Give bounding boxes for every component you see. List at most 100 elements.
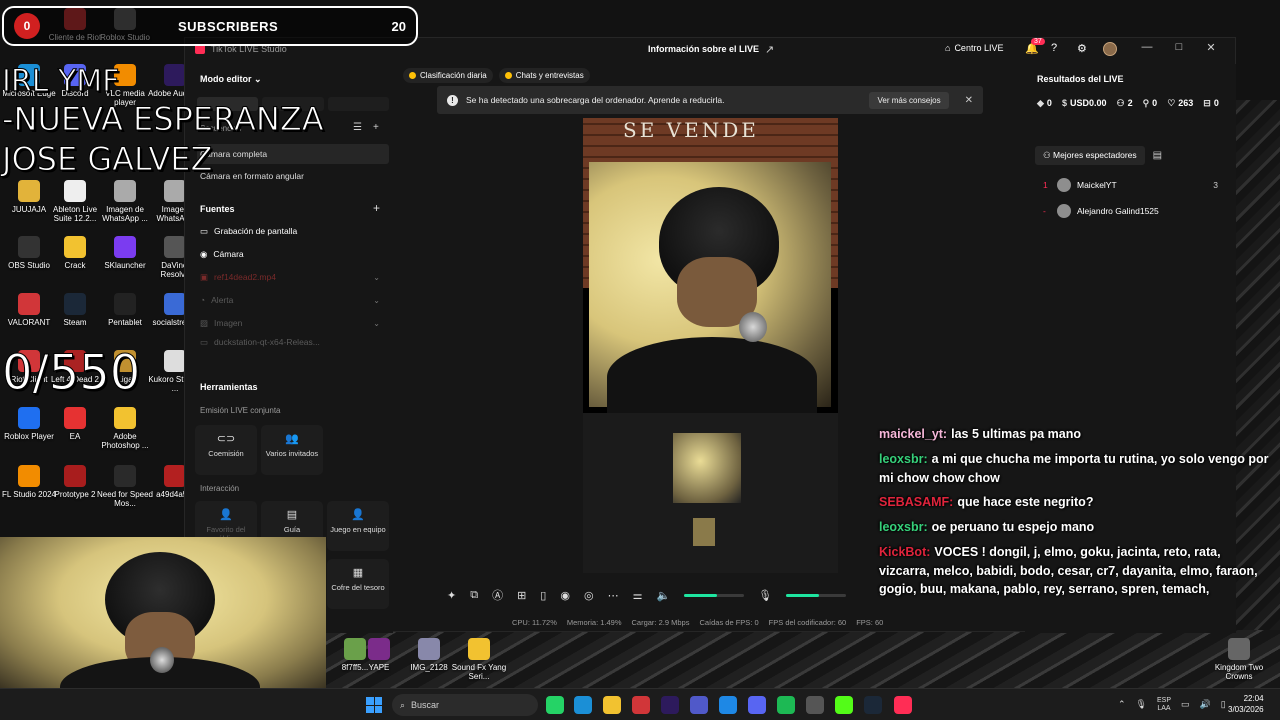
sliders-icon[interactable]: ⚌	[633, 589, 643, 602]
security-icon[interactable]	[719, 696, 737, 714]
chats-pill[interactable]: Chats y entrevistas	[498, 68, 590, 83]
record-icon[interactable]: ◉	[560, 589, 570, 602]
chevron-down-icon[interactable]: ⌄	[373, 273, 380, 282]
desktop-icon[interactable]: Sound Fx Yang Seri...	[450, 638, 508, 681]
chevron-down-icon[interactable]: ⌄	[373, 319, 380, 328]
close-icon[interactable]: ✕	[1199, 41, 1223, 54]
gift-icon: ⊟	[1203, 98, 1211, 108]
add-icon[interactable]: ⊞	[517, 589, 526, 602]
add-scene-icon[interactable]: +	[373, 122, 379, 133]
source-item[interactable]: ▨ Imagen ⌄	[200, 314, 380, 332]
live-center-button[interactable]: ⌂ Centro LIVE	[945, 43, 1003, 53]
viewer-row[interactable]: 1 MaickelYT 3	[1043, 176, 1218, 194]
battery-icon[interactable]: ▯	[1221, 699, 1226, 710]
scene-item[interactable]: Cámara en formato angular	[197, 166, 389, 186]
viewer-name: Alejandro Galind1525	[1077, 206, 1159, 216]
close-icon[interactable]: ✕	[965, 95, 973, 106]
viewer-row[interactable]: - Alejandro Galind1525	[1043, 202, 1218, 220]
source-label: ref14dead2.mp4	[214, 272, 276, 282]
magic-icon[interactable]: ✦	[447, 589, 456, 602]
share-icon[interactable]: ↗	[765, 43, 774, 56]
steam-client-icon[interactable]	[806, 696, 824, 714]
mic-icon[interactable]: 🎙	[1136, 699, 1147, 710]
volume-icon[interactable]: 🔊	[1200, 699, 1211, 710]
live-info-title[interactable]: Información sobre el LIVE	[648, 44, 759, 54]
list-icon[interactable]: ☰	[353, 122, 362, 133]
list-icon[interactable]: ▤	[1153, 150, 1162, 161]
audition-icon[interactable]	[661, 696, 679, 714]
opera-icon[interactable]	[632, 696, 650, 714]
stat-encoder-fps: FPS del codificador: 60	[768, 618, 847, 627]
live-center-label: Centro LIVE	[954, 43, 1004, 53]
source-item[interactable]: ◔ Alerta ⌄	[200, 291, 380, 309]
source-item[interactable]: ▭ Grabación de pantalla	[200, 222, 380, 240]
minimize-icon[interactable]: —	[1135, 41, 1159, 53]
language-indicator[interactable]: ESP LAA	[1157, 697, 1171, 712]
start-button[interactable]	[366, 697, 382, 713]
app-icon	[18, 465, 40, 487]
tab-layout[interactable]	[327, 97, 389, 111]
more-tips-button[interactable]: Ver más consejos	[869, 91, 949, 109]
speaker-icon[interactable]: 🔈	[656, 589, 670, 602]
home-icon: ⌂	[945, 43, 951, 53]
mic-icon[interactable]: 🎙	[758, 589, 772, 602]
chevron-down-icon[interactable]: ⌄	[373, 296, 380, 305]
steam-icon[interactable]	[864, 696, 882, 714]
add-source-icon[interactable]: +	[373, 201, 380, 215]
team-game-button[interactable]: 👤 Juego en equipo	[327, 501, 389, 551]
teams-icon[interactable]	[690, 696, 708, 714]
more-icon[interactable]: ⋯	[608, 589, 619, 602]
source-item[interactable]: ▣ ref14dead2.mp4 ⌄	[200, 268, 380, 286]
app-icon	[114, 236, 136, 258]
metric-likes: ♡ 263	[1167, 98, 1194, 108]
source-item[interactable]: ▭ duckstation-qt-x64-Releas...	[200, 336, 380, 348]
chevron-up-icon[interactable]: ⌃	[1118, 699, 1126, 710]
monitor-icon: ▭	[200, 225, 209, 236]
multi-guest-button[interactable]: 👥 Varios invitados	[261, 425, 323, 475]
tab-top-viewers[interactable]: ⚇ Mejores espectadores	[1035, 146, 1145, 165]
video-icon: ▣	[200, 271, 209, 282]
chat-text: oe peruano tu espejo mano	[931, 520, 1095, 534]
search-box[interactable]: ⌕ Buscar	[392, 694, 538, 716]
ai-icon[interactable]: Ⓐ	[492, 587, 503, 603]
link-icon: ⊂⊃	[216, 433, 236, 445]
treasure-chest-button[interactable]: ▦ Cofre del tesoro	[327, 559, 389, 609]
source-item[interactable]: ◉ Cámara	[200, 245, 380, 263]
sources-label: Fuentes	[200, 204, 235, 214]
kick-icon[interactable]	[835, 696, 853, 714]
app-icon	[164, 236, 186, 258]
cohost-button[interactable]: ⊂⊃ Coemisión	[195, 425, 257, 475]
speaker-volume-slider[interactable]	[684, 593, 745, 597]
tiktok-icon[interactable]	[894, 696, 912, 714]
desktop-icon[interactable]: Kingdom Two Crowns	[1210, 638, 1268, 681]
chat-text: las 5 ultimas pa mano	[951, 427, 1082, 441]
users-icon: ⚇	[1116, 98, 1125, 108]
chat-message: KickBot: VOCES ! dongil, j, elmo, goku, j…	[879, 543, 1269, 599]
whatsapp-icon[interactable]	[546, 696, 564, 714]
discord-icon[interactable]	[748, 696, 766, 714]
help-icon[interactable]: ?	[1051, 42, 1057, 54]
search-placeholder: Buscar	[411, 700, 440, 710]
volume-fill	[786, 593, 820, 597]
network-icon[interactable]: ▭	[1181, 699, 1190, 710]
desktop-icon[interactable]: Adobe Photoshop ...	[96, 407, 154, 450]
clock[interactable]: 22:04 3/03/2026	[1228, 694, 1264, 716]
scene-item[interactable]: Cámara completa	[197, 144, 389, 164]
app-icon	[114, 180, 136, 202]
avatar[interactable]	[1103, 42, 1117, 56]
app-icon	[64, 465, 86, 487]
maximize-icon[interactable]: □	[1167, 41, 1191, 53]
layers-icon[interactable]: ⧉	[470, 589, 478, 602]
app-icon	[64, 407, 86, 429]
spotify-icon[interactable]	[777, 696, 795, 714]
folder-icon[interactable]	[603, 696, 621, 714]
gear-icon[interactable]: ⚙	[1077, 42, 1087, 55]
daily-ranking-pill[interactable]: Clasificación diaria	[403, 68, 493, 83]
edge-icon[interactable]	[574, 696, 592, 714]
mode-selector[interactable]: Modo editor ⌄	[200, 74, 262, 85]
window-icon: ▭	[200, 336, 209, 347]
chat-username: SEBASAMF:	[879, 495, 954, 510]
mic-volume-slider[interactable]	[786, 593, 847, 597]
target-icon[interactable]: ◎	[584, 589, 594, 602]
phone-icon[interactable]: ▯	[540, 589, 546, 602]
